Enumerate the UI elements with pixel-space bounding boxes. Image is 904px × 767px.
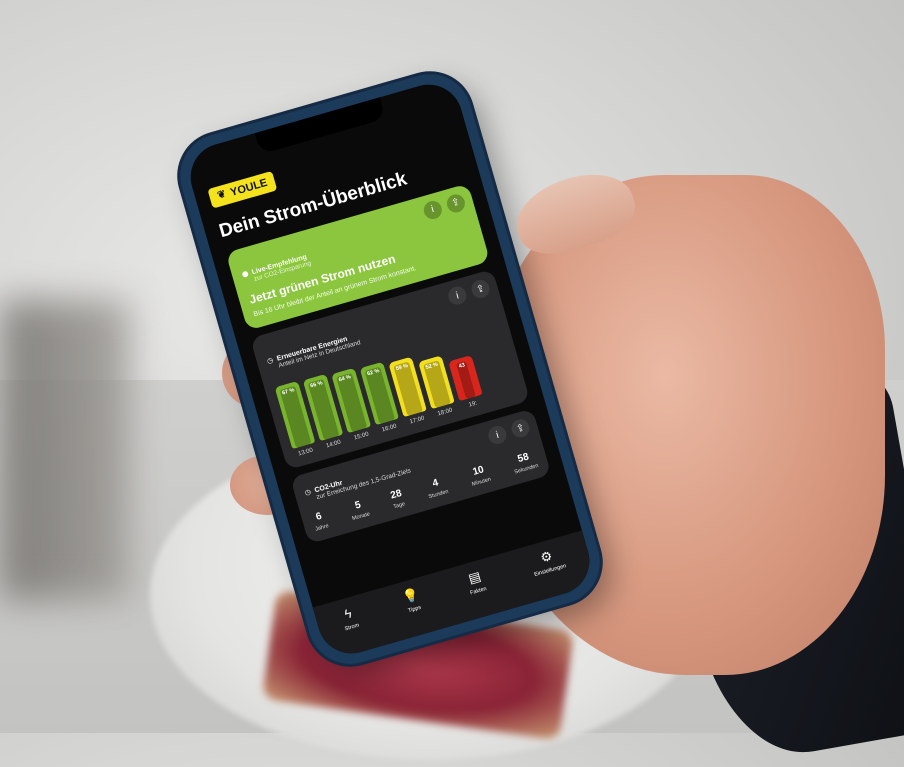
brand-name: YOULE	[228, 176, 269, 199]
bar-time-label: 17:00	[409, 415, 426, 426]
bar-time-label: 15:00	[353, 431, 370, 442]
clock-icon: ◷	[266, 357, 275, 366]
countdown-value: 28	[389, 488, 404, 502]
bar-value: 52 %	[422, 360, 452, 409]
bar-value: 43	[456, 361, 477, 400]
countdown-unit: Jahre	[314, 523, 330, 533]
bolt-icon: ϟ	[342, 605, 354, 622]
live-dot-icon	[241, 270, 249, 278]
clock-icon: ◷	[304, 488, 313, 498]
bar-time-label: 13:00	[297, 447, 314, 458]
nav-label: Strom	[344, 622, 360, 633]
nav-tipps[interactable]: 💡 Tipps	[400, 586, 423, 615]
countdown-value: 5	[353, 499, 363, 512]
lightbulb-icon: 💡	[400, 586, 421, 606]
nav-fakten[interactable]: ▤ Fakten	[465, 568, 488, 597]
countdown-item: 6 Jahre	[311, 510, 330, 533]
countdown-unit: Monate	[351, 511, 371, 523]
bar: 43	[448, 355, 483, 402]
countdown-unit: Tage	[392, 501, 407, 511]
nav-label: Fakten	[469, 586, 488, 597]
countdown-item: 58 Sekunden	[510, 450, 539, 476]
countdown-item: 4 Stunden	[424, 476, 449, 501]
document-icon: ▤	[466, 568, 483, 587]
countdown-unit: Stunden	[428, 489, 450, 501]
bar-time-label: 14:00	[325, 439, 342, 450]
bar-value: 62 %	[364, 366, 396, 425]
countdown-unit: Minuten	[471, 476, 492, 489]
bar-time-label: 16:00	[381, 423, 398, 434]
bar-time-label: 19:	[468, 400, 478, 409]
bar-time-label: 18:00	[437, 407, 454, 418]
leaf-icon: ❦	[216, 188, 228, 202]
nav-label: Tipps	[407, 604, 422, 615]
bar-value: 59 %	[393, 361, 424, 417]
countdown-item: 10 Minuten	[468, 463, 492, 489]
background-shadow	[0, 300, 130, 600]
countdown-value: 6	[314, 511, 324, 524]
nav-label: Einstellungen	[533, 563, 568, 579]
countdown-item: 5 Monate	[348, 498, 371, 523]
nav-strom[interactable]: ϟ Strom	[339, 605, 360, 632]
nav-einstellungen[interactable]: ⚙ Einstellungen	[529, 546, 567, 578]
countdown-item: 28 Tage	[389, 488, 407, 511]
gear-icon: ⚙	[538, 547, 555, 566]
app-logo: ❦ YOULE	[207, 170, 278, 209]
